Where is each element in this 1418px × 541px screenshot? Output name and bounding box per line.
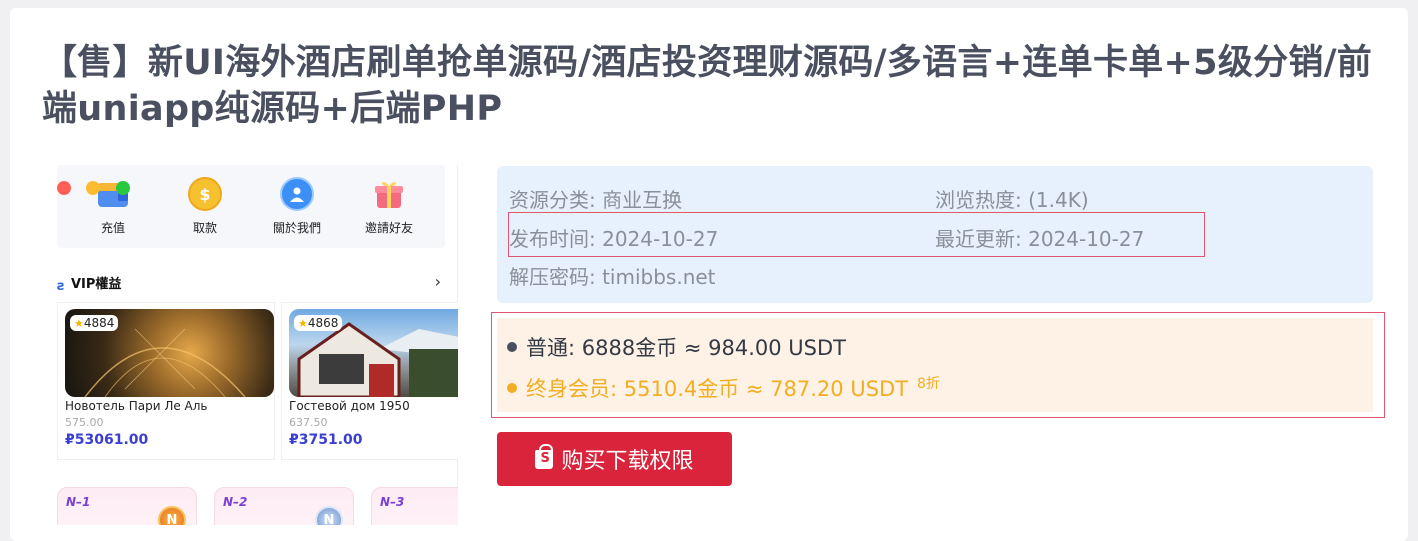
category: 资源分类: 商业互换 [509, 188, 683, 212]
menu-strip: 充值 $ 取款 關於我們 邀請好友 [57, 165, 445, 248]
hotel-sub: 575.00 [65, 416, 104, 429]
level-label: N–1 [66, 495, 91, 509]
rating-badge: ★4884 [70, 315, 119, 331]
level-card[interactable]: N–1 N [57, 487, 197, 525]
shopping-bag-icon: S [535, 443, 554, 469]
gift-icon [372, 177, 406, 211]
menu-item-withdraw[interactable]: $ 取款 [170, 177, 240, 236]
menu-item-about[interactable]: 關於我們 [262, 177, 332, 236]
preview-image: 充值 $ 取款 關於我們 邀請好友 ƨ VIP權益 › ★4884 Новоте… [43, 165, 458, 525]
menu-item-label: 充值 [100, 221, 125, 235]
menu-item-label: 取款 [192, 221, 217, 235]
hotel-price: ₽53061.00 [65, 432, 149, 448]
vip-header[interactable]: ƨ VIP權益 › [57, 272, 445, 295]
star-icon: ★ [298, 317, 308, 330]
hotel-card[interactable]: ★4884 Новотель Пари Ле Аль 575.00 ₽53061… [57, 302, 275, 460]
level-card[interactable]: N–3 [371, 487, 458, 525]
hotel-name: Гостевой дом 1950 [289, 399, 410, 413]
chevron-right-icon[interactable]: › [435, 272, 441, 291]
medal-icon: N [315, 506, 343, 525]
vip-title: VIP權益 [71, 277, 122, 292]
hotel-card[interactable]: ★4868 Гостевой дом 1950 637.50 ₽3751.00 [281, 302, 458, 460]
unzip-password: 解压密码: timibbs.net [509, 265, 716, 289]
menu-item-label: 關於我們 [272, 221, 321, 235]
hotel-photo: ★4868 [289, 309, 458, 397]
buy-download-button[interactable]: S 购买下载权限 [497, 432, 732, 486]
about-icon [280, 177, 314, 211]
level-label: N–3 [380, 495, 405, 509]
views: 浏览热度: (1.4K) [935, 188, 1089, 212]
vip-logo-icon: ƨ [57, 279, 65, 294]
hotel-name: Новотель Пари Ле Аль [65, 399, 208, 413]
menu-item-invite[interactable]: 邀請好友 [354, 177, 424, 236]
highlight-box-dates [508, 212, 1205, 257]
menu-item-label: 邀請好友 [364, 221, 413, 235]
level-card[interactable]: N–2 N [214, 487, 354, 525]
star-icon: ★ [74, 317, 84, 330]
highlight-box-price [491, 312, 1385, 418]
rating-badge: ★4868 [294, 315, 343, 331]
hotel-price: ₽3751.00 [289, 432, 363, 448]
medal-icon: N [158, 506, 186, 525]
coin-icon: $ [188, 177, 222, 211]
rating-value: 4884 [83, 316, 115, 330]
level-label: N–2 [223, 495, 248, 509]
hotel-photo: ★4884 [65, 309, 274, 397]
page-title: 【售】新UI海外酒店刷单抢单源码/酒店投资理财源码/多语言+连单卡单+5级分销/… [42, 43, 1373, 129]
hotel-sub: 637.50 [289, 416, 328, 429]
rating-value: 4868 [307, 316, 339, 330]
buy-button-label: 购买下载权限 [561, 449, 694, 474]
maximize-dot[interactable] [116, 181, 130, 195]
minimize-dot[interactable] [86, 181, 100, 195]
close-dot[interactable] [57, 181, 71, 195]
